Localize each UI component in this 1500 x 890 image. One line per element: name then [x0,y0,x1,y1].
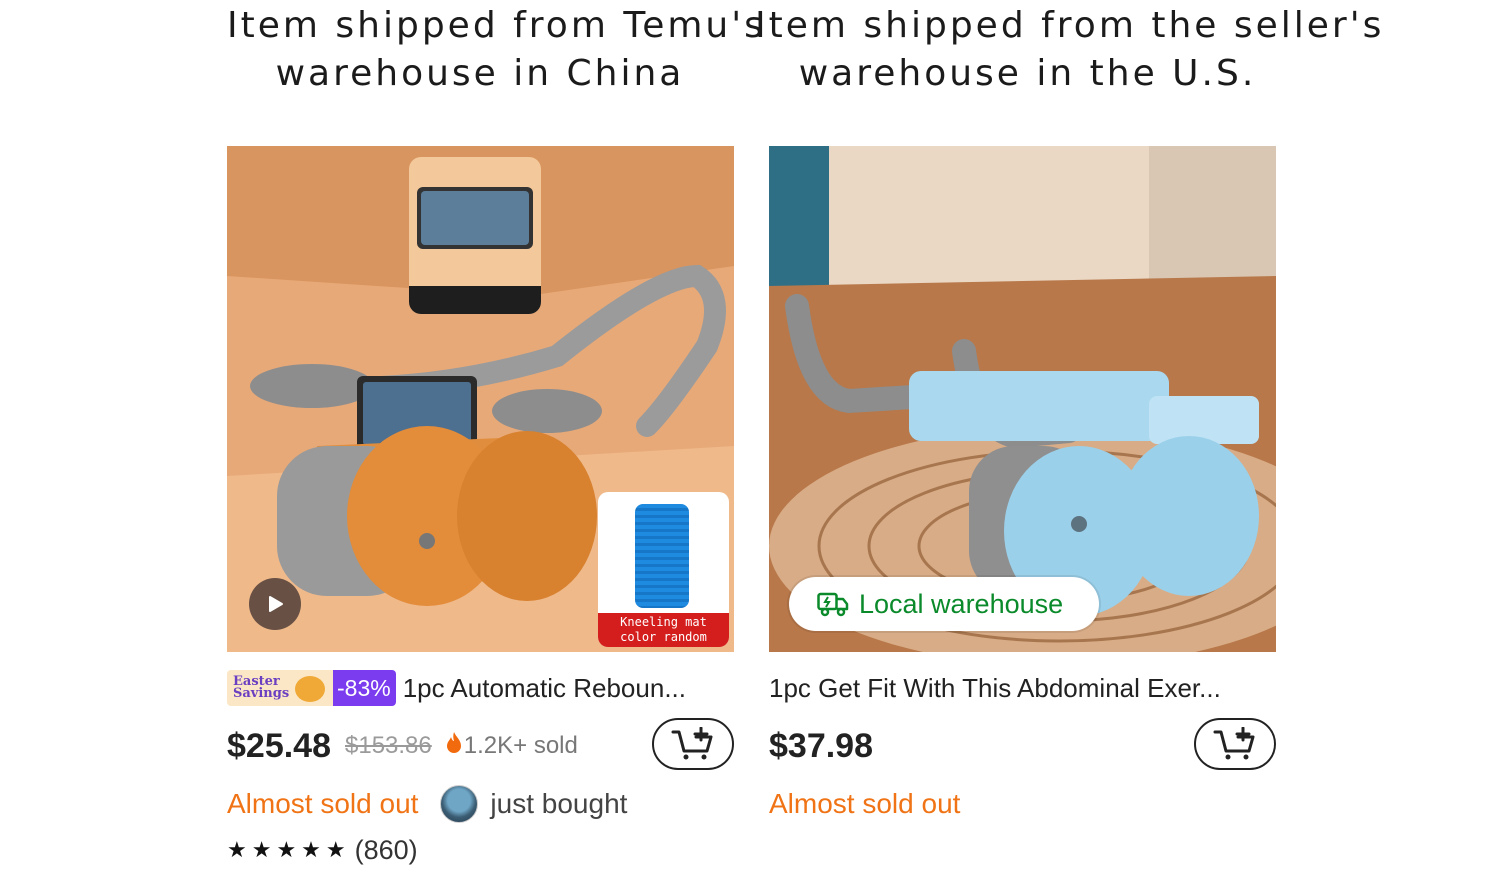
add-to-cart-icon [671,727,713,760]
title-row: Easter Savings -83% 1pc Automatic Reboun… [227,670,734,706]
heading-us-line2: warehouse in the U.S. [798,53,1257,94]
mat-caption: Kneeling mat color random [598,613,729,647]
mat-caption-line2: color random [620,630,707,644]
product-title[interactable]: 1pc Automatic Reboun... [403,673,686,704]
recent-activity: just bought [490,788,628,819]
heading-us-line1: Item shipped from the seller's [755,5,1385,46]
easter-egg-icon [295,676,325,702]
price: $25.48 [227,726,331,765]
product-card-us[interactable]: Local warehouse 1pc Get Fit With This Ab… [769,146,1276,822]
stock-status: Almost sold out [769,788,961,819]
play-video-button[interactable] [249,578,301,630]
buyer-avatar [440,785,479,823]
flame-icon [446,731,462,762]
status-row: Almost sold out just bought [227,785,734,823]
price: $37.98 [769,726,873,765]
product-image[interactable]: Local warehouse [769,146,1276,652]
promo-badge: Easter Savings -83% [227,670,396,706]
product-image[interactable]: Kneeling mat color random [227,146,734,652]
rating-row: ★★★★★ (860) [227,834,734,866]
heading-china: Item shipped from Temu's warehouse in Ch… [227,2,766,98]
heading-china-line2: warehouse in China [275,53,685,94]
add-to-cart-icon [1213,727,1255,760]
play-icon [269,596,283,612]
video-preview-inset[interactable] [409,157,541,314]
local-warehouse-badge: Local warehouse [789,577,1099,631]
product-card-china[interactable]: Kneeling mat color random Easter Savings… [227,146,734,866]
rating-count: (860) [354,834,418,865]
easter-savings-label: Easter Savings [227,670,333,706]
truck-icon [817,591,849,617]
heading-us: Item shipped from the seller's warehouse… [755,2,1385,98]
add-to-cart-button[interactable] [652,718,734,770]
discount-badge: -83% [333,670,396,706]
status-row: Almost sold out [769,786,1276,822]
local-warehouse-label: Local warehouse [859,588,1064,619]
mat-caption-line1: Kneeling mat [620,615,707,629]
title-row: 1pc Get Fit With This Abdominal Exer... [769,670,1276,706]
original-price: $153.86 [345,732,432,759]
add-to-cart-button[interactable] [1194,718,1276,770]
stock-status: Almost sold out [227,788,419,819]
kneeling-mat-inset: Kneeling mat color random [598,492,729,647]
star-rating: ★★★★★ [227,837,351,862]
price-row: $25.48 $153.86 1.2K+ sold [227,718,734,774]
heading-china-line1: Item shipped from Temu's [227,5,766,46]
kneeling-mat [635,504,689,608]
sold-count: 1.2K+ sold [463,732,578,759]
product-title[interactable]: 1pc Get Fit With This Abdominal Exer... [769,673,1221,704]
price-row: $37.98 [769,718,1276,774]
